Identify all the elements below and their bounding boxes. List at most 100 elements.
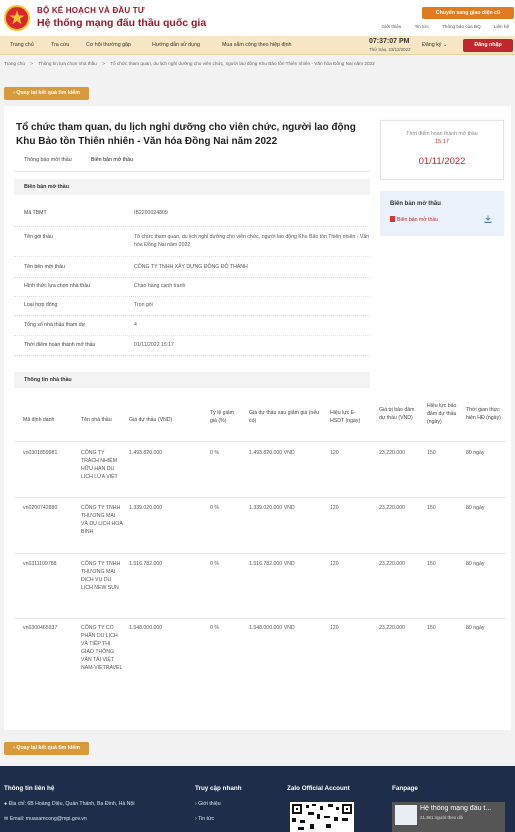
info-value: IB2200024809 [134, 210, 168, 216]
cell-guarantee-validity: 150 [427, 450, 436, 456]
info-label: Tên bên mời thầu [24, 264, 65, 270]
top-link-about[interactable]: Giới thiệu [382, 24, 402, 29]
cell-guarantee-validity: 150 [427, 561, 436, 567]
cell-name: CÔNG TY TNHH THƯƠNG MẠI DỊCH VỤ DU LỊCH … [81, 561, 121, 591]
breadcrumb-selection-info[interactable]: Thông tin lựa chọn nhà thầu [38, 61, 97, 66]
main-nav: Trang chủ Tra cứu Cơ hội thường gặp Hướn… [0, 36, 515, 55]
file-link-label: Biên bản mở thầu [397, 217, 439, 223]
opening-time-box: Thời điểm hoàn thành mở thầu 15:17 01/11… [380, 120, 504, 180]
email-text: Email: muasamcong@mpi.gov.vn [9, 816, 87, 822]
tab-opening-minutes[interactable]: Biên bản mở thầu [91, 157, 133, 163]
cell-name: CÔNG TY TNHH THƯƠNG MẠI VÀ DU LỊCH HOÀ B… [81, 505, 123, 535]
cell-id: vn0301859981 [23, 450, 58, 456]
site-title[interactable]: Hệ thống mạng đấu thầu quốc gia [37, 17, 206, 29]
cell-name: CÔNG TY CỔ PHẦN DU LỊCH VÀ TIẾP THỊ GIAO… [81, 625, 123, 671]
cell-discount: 0 % [210, 450, 219, 456]
deadline-date: 01/11/2022 [418, 156, 466, 167]
info-label: Mã TBMT [24, 210, 47, 216]
switch-old-ui-button[interactable]: Chuyển sang giao diện cũ [422, 7, 514, 19]
footer-email[interactable]: ✉ Email: muasamcong@mpi.gov.vn [4, 816, 87, 822]
fanpage-name[interactable]: Hệ thống mạng đấu t... [420, 805, 502, 812]
cell-price: 1.493.820.000 [129, 450, 163, 456]
register-label: Đăng ký [422, 42, 442, 48]
nav-search[interactable]: Tra cứu [51, 42, 69, 48]
national-emblem-icon[interactable] [4, 4, 30, 32]
back-to-results-button[interactable]: ‹ Quay lại kết quả tìm kiếm [4, 87, 89, 100]
cell-after-discount: 1.516.782.000 VND [249, 561, 295, 567]
cell-guarantee: 23.220.000 [379, 450, 405, 456]
col-header-price: Giá dự thầu (VND) [129, 417, 173, 423]
top-link-contact[interactable]: Liên hệ [494, 24, 509, 29]
fanpage-followers: 21.361 người theo dõi [420, 815, 464, 820]
cell-duration: 80 ngày [466, 561, 485, 567]
mail-icon: ✉ [4, 816, 9, 822]
col-header-after-discount: Giá dự thầu sau giảm giá (nếu có) [249, 410, 320, 424]
info-row-bidder-count: Tổng số nhà thầu tham dự 4 [14, 316, 370, 336]
deadline-label: Thời điểm hoàn thành mở thầu [406, 131, 478, 137]
register-dropdown[interactable]: Đăng ký ⌄ [422, 42, 447, 48]
footer-zalo-title: Zalo Official Account [287, 785, 350, 792]
info-label: Tên gói thầu [24, 234, 53, 240]
cell-validity: 120 [330, 505, 339, 511]
minutes-file-link[interactable]: Biên bản mở thầu [390, 216, 438, 223]
info-value: 4 [134, 322, 137, 328]
tab-divider [14, 171, 370, 172]
deadline-time: 15:17 [435, 139, 449, 145]
cell-id: vn0300465937 [23, 625, 58, 631]
cell-id: vn0200742880 [23, 505, 58, 511]
breadcrumb-current: Tổ chức tham quan, du lịch nghỉ dưỡng ch… [110, 61, 375, 66]
breadcrumb-home[interactable]: Trang chủ [4, 61, 25, 66]
clock-time: 07:37:07 PM [369, 38, 410, 45]
footer-contact-title: Thông tin liên hệ [4, 785, 55, 792]
file-box-title: Biên bản mở thầu [390, 201, 441, 207]
col-header-name: Tên nhà thầu [81, 417, 112, 423]
footer-quick-title: Truy cập nhanh [195, 785, 242, 792]
page-title: Tổ chức tham quan, du lịch nghỉ dưỡng ch… [16, 122, 356, 147]
cell-discount: 0 % [210, 625, 219, 631]
footer-link-news[interactable]: › Tin tức [195, 816, 214, 822]
row-divider [14, 441, 506, 442]
nav-home[interactable]: Trang chủ [10, 42, 34, 48]
top-links: Giới thiệu Tin tức Thông báo của BQ Liên… [370, 24, 510, 29]
ministry-name: BỘ KẾ HOẠCH VÀ ĐẦU TƯ [37, 6, 145, 15]
cell-validity: 120 [330, 561, 339, 567]
col-header-validity: Hiệu lực E-HSDT (ngày) [330, 410, 361, 424]
nav-faq[interactable]: Cơ hội thường gặp [86, 42, 131, 48]
fanpage-widget[interactable]: Hệ thống mạng đấu t... 21.361 người theo… [392, 802, 505, 832]
cell-after-discount: 1.339.020.000 VND [249, 505, 295, 511]
footer-link-about[interactable]: › Giới thiệu [195, 801, 221, 807]
pdf-icon [390, 216, 395, 222]
cell-validity: 120 [330, 625, 339, 631]
nav-agreement[interactable]: Mua sắm công theo hiệp định [222, 42, 292, 48]
cell-duration: 80 ngày [466, 505, 485, 511]
back-button-label: Quay lại kết quả tìm kiếm [16, 90, 80, 96]
download-icon[interactable] [484, 215, 492, 223]
tab-invitation[interactable]: Thông báo mời thầu [24, 157, 72, 163]
quick-link-label: Giới thiệu [198, 801, 221, 807]
back-button-label: Quay lại kết quả tìm kiếm [16, 745, 80, 751]
login-button[interactable]: Đăng nhập [463, 39, 513, 52]
cell-guarantee-validity: 150 [427, 625, 436, 631]
row-divider [14, 553, 506, 554]
site-footer: Thông tin liên hệ ● Địa chỉ: 6B Hoàng Di… [0, 766, 515, 832]
cell-guarantee: 23.220.000 [379, 505, 405, 511]
cell-discount: 0 % [210, 561, 219, 567]
cell-validity: 120 [330, 450, 339, 456]
nav-guide[interactable]: Hướng dẫn sử dụng [152, 42, 200, 48]
top-link-notice[interactable]: Thông báo của BQ [442, 24, 481, 29]
info-row-method: Hình thức lựa chọn nhà thầu Chào hàng cạ… [14, 278, 370, 297]
col-header-guarantee-validity: Hiệu lực bảo đảm dự thầu (ngày) [427, 403, 457, 425]
info-label: Hình thức lựa chọn nhà thầu [24, 283, 91, 289]
cell-discount: 0 % [210, 505, 219, 511]
info-value: CÔNG TY TNHH XÂY DỰNG ĐÔNG ĐÔ THÀNH [134, 264, 248, 270]
back-to-results-button-bottom[interactable]: ‹ Quay lại kết quả tìm kiếm [4, 742, 89, 755]
clock-date: Thứ Sáu, 23/12/2022 [369, 47, 411, 52]
location-icon: ● [4, 801, 8, 807]
top-link-news[interactable]: Tin tức [415, 24, 429, 29]
col-header-discount: Tỷ lệ giảm giá (%) [210, 410, 234, 424]
breadcrumb-separator: > [30, 61, 33, 66]
footer-fanpage-title: Fanpage [392, 785, 418, 792]
info-row-inviter: Tên bên mời thầu CÔNG TY TNHH XÂY DỰNG Đ… [14, 257, 370, 278]
quick-link-label: Tin tức [198, 816, 215, 822]
info-value: Chào hàng cạnh tranh [134, 283, 186, 289]
